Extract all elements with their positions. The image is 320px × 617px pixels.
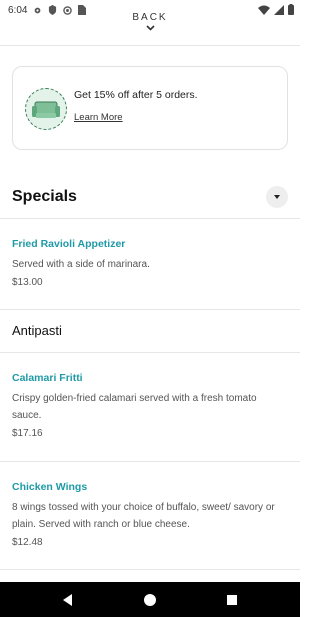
- menu-item-fried-ravioli[interactable]: Fried Ravioli Appetizer Served with a si…: [12, 238, 288, 288]
- divider: [0, 461, 300, 462]
- antipasti-title: Antipasti: [12, 323, 62, 338]
- item-description: 8 wings tossed with your choice of buffa…: [12, 502, 275, 530]
- back-triangle-icon: [63, 594, 72, 606]
- item-name: Chicken Wings: [12, 481, 88, 493]
- divider: [0, 218, 300, 219]
- item-price: $13.00: [12, 277, 43, 288]
- menu-item-calamari-fritti[interactable]: Calamari Fritti Crispy golden-fried cala…: [12, 372, 288, 439]
- learn-more-link[interactable]: Learn More: [74, 112, 123, 123]
- item-price: $12.48: [12, 537, 43, 548]
- top-bar: BACK: [0, 0, 300, 46]
- item-description: Crispy golden-fried calamari served with…: [12, 393, 257, 421]
- promo-card: Get 15% off after 5 orders. Learn More: [12, 66, 288, 150]
- divider: [0, 309, 300, 310]
- divider: [0, 569, 300, 570]
- back-label: BACK: [132, 12, 168, 23]
- home-circle-icon: [144, 594, 156, 606]
- item-name: Calamari Fritti: [12, 372, 83, 384]
- item-price: $17.16: [12, 428, 43, 439]
- menu-item-chicken-wings[interactable]: Chicken Wings 8 wings tossed with your c…: [12, 481, 288, 548]
- promo-illustration: [25, 88, 67, 130]
- caret-down-icon: [274, 195, 280, 199]
- nav-home-button[interactable]: [141, 591, 159, 609]
- promo-text: Get 15% off after 5 orders.: [74, 89, 198, 101]
- chevron-down-icon: [145, 25, 155, 31]
- divider: [0, 352, 300, 353]
- nav-back-button[interactable]: [59, 591, 77, 609]
- specials-collapse-button[interactable]: [266, 186, 288, 208]
- recents-square-icon: [227, 595, 237, 605]
- item-name: Fried Ravioli Appetizer: [12, 238, 126, 250]
- item-description: Served with a side of marinara.: [12, 259, 150, 270]
- system-nav-bar: [0, 582, 300, 617]
- nav-recents-button[interactable]: [223, 591, 241, 609]
- sofa-icon: [32, 101, 60, 118]
- specials-title: Specials: [12, 188, 77, 205]
- back-button[interactable]: BACK: [120, 12, 180, 38]
